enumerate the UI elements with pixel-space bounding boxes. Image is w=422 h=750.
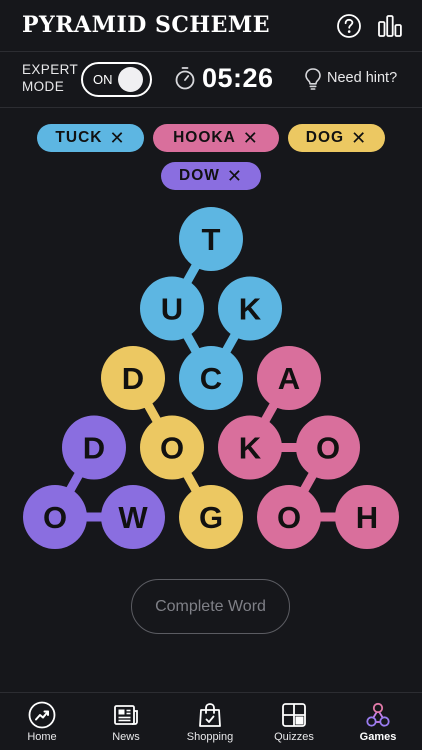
letter-tile[interactable]: O (23, 485, 87, 549)
letter-tile[interactable]: K (218, 276, 282, 341)
letter-tile-letter: W (118, 500, 148, 535)
letter-tile-letter: U (161, 292, 183, 327)
toggle-knob (118, 67, 143, 92)
expert-mode-toggle[interactable]: ON (81, 62, 152, 97)
stopwatch-icon (175, 67, 195, 90)
word-chip-dow[interactable]: DOW ✕ (161, 162, 261, 190)
letter-tile-letter: A (278, 361, 300, 396)
letter-tile-letter: O (316, 431, 340, 466)
letter-tile-letter: K (239, 431, 262, 466)
letter-tile[interactable]: D (101, 346, 165, 410)
tab-quizzes[interactable]: Quizzes (252, 693, 336, 750)
tab-label: Home (27, 731, 57, 743)
news-icon (114, 705, 138, 725)
word-chip-tuck[interactable]: TUCK ✕ (37, 124, 144, 152)
timer-display: 05:26 (202, 63, 274, 93)
letter-tile[interactable]: C (179, 346, 243, 410)
games-icon (366, 702, 390, 727)
remove-icon[interactable]: ✕ (243, 129, 259, 147)
letter-pyramid: TU KD C AD O K OO W G O H (23, 207, 399, 549)
chip-word: HOOKA (173, 129, 236, 146)
lightbulb-icon[interactable] (304, 67, 322, 91)
complete-word-button[interactable]: Complete Word (131, 579, 290, 634)
letter-tile[interactable]: K (218, 415, 282, 480)
remove-icon[interactable]: ✕ (109, 129, 125, 147)
tab-label: Quizzes (274, 731, 314, 743)
help-icon[interactable] (336, 13, 362, 39)
word-chip-hooka[interactable]: HOOKA ✕ (153, 124, 279, 152)
expert-mode-label: EXPERT MODE (22, 62, 78, 94)
tab-label: Shopping (186, 731, 234, 743)
shopping-icon (199, 703, 221, 727)
letter-tile[interactable]: G (179, 485, 243, 549)
letter-tile[interactable]: H (335, 485, 399, 549)
chip-word: TUCK (55, 129, 103, 146)
home-icon (28, 701, 56, 729)
letter-tile[interactable]: O (257, 485, 321, 549)
letter-tile-letter: O (277, 500, 301, 535)
letter-tile-letter: D (122, 361, 144, 396)
word-chip-dog[interactable]: DOG ✕ (288, 124, 385, 152)
remove-icon[interactable]: ✕ (227, 167, 243, 185)
letter-tile-letter: D (83, 431, 105, 466)
bottom-tab-bar: Home News Shopping Quizzes Games (0, 692, 422, 750)
stats-icon[interactable] (377, 13, 403, 39)
toggle-state-label: ON (93, 72, 113, 87)
tab-label: Games (359, 731, 397, 743)
hint-button[interactable]: Need hint? (327, 70, 397, 86)
letter-tile[interactable]: U (140, 276, 204, 341)
letter-tile-letter: G (199, 500, 223, 535)
letter-tile-letter: O (43, 500, 67, 535)
letter-tile[interactable]: O (296, 415, 360, 480)
remove-icon[interactable]: ✕ (351, 129, 367, 147)
quizzes-icon (282, 703, 306, 727)
letter-tile-letter: H (356, 500, 378, 535)
letter-tile[interactable]: W (101, 485, 165, 549)
letter-tile[interactable]: O (140, 415, 204, 480)
game-controls: EXPERT MODE ON 05:26 Need hint? (0, 52, 422, 108)
tab-news[interactable]: News (84, 693, 168, 750)
chip-word: DOW (179, 167, 220, 184)
tab-label: News (112, 731, 140, 743)
tab-home[interactable]: Home (0, 693, 84, 750)
page-title: PYRAMID SCHEME (22, 12, 271, 38)
tab-shopping[interactable]: Shopping (168, 693, 252, 750)
app-header: PYRAMID SCHEME (0, 0, 422, 52)
letter-tile[interactable]: D (62, 415, 126, 480)
letter-tile-letter: C (200, 361, 222, 396)
letter-tile-letter: T (202, 222, 221, 257)
letter-tile[interactable]: T (179, 207, 243, 271)
letter-tile-letter: O (160, 431, 184, 466)
letter-tile[interactable]: A (257, 346, 321, 410)
letter-tile-letter: K (239, 292, 262, 327)
chip-word: DOG (305, 129, 345, 146)
tab-games[interactable]: Games (336, 693, 420, 750)
